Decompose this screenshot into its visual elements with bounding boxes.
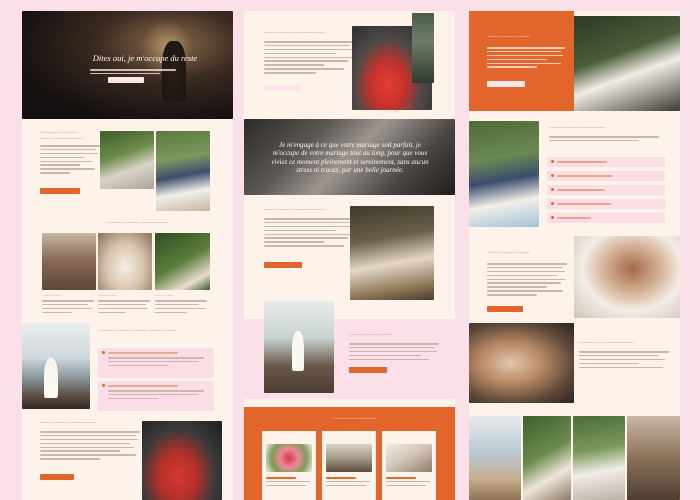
gallery-photo-bouquet bbox=[627, 416, 680, 500]
pink-section-body-lines bbox=[349, 343, 439, 362]
gallery-photo-hands bbox=[523, 416, 571, 500]
faq-item[interactable] bbox=[98, 348, 214, 378]
caption-text bbox=[42, 300, 94, 316]
services-heading: ——— ——— ——————— bbox=[264, 208, 325, 213]
testimonial-heading: ——— ——— ——— bbox=[487, 251, 530, 256]
section-heading: ————— ——— ——— —— ———— bbox=[40, 131, 83, 142]
orange-hero-cta-button[interactable] bbox=[487, 81, 525, 87]
orange-hero-heading: ——— ——— ——— bbox=[487, 35, 530, 40]
services-list-item[interactable] bbox=[547, 171, 665, 181]
hero-title: Dites oui, je m'occupe du reste bbox=[92, 53, 198, 63]
bride-bouquet-photo bbox=[350, 206, 434, 300]
services-cta-button[interactable] bbox=[264, 262, 302, 268]
photo-caption: ——— —— bbox=[155, 292, 174, 297]
orange-hero-body-lines bbox=[487, 47, 565, 70]
services-list-item[interactable] bbox=[547, 199, 665, 209]
quote-text: Je m'engage à ce que votre mariage soit … bbox=[271, 141, 429, 175]
table-setting-photo bbox=[100, 131, 154, 189]
testimonial-body-lines bbox=[487, 263, 567, 298]
about-cta-button[interactable] bbox=[264, 85, 302, 91]
faq-heading: ——— ———— ——— ———— —— bbox=[100, 329, 177, 334]
about-heading: ——— ——— ——————— bbox=[264, 31, 325, 36]
caption-text bbox=[155, 300, 207, 316]
pink-section-cta-button[interactable] bbox=[349, 367, 387, 373]
hero-subtitle-lines bbox=[90, 69, 176, 77]
section-cta-button[interactable] bbox=[40, 188, 80, 194]
services-body-lines bbox=[264, 218, 354, 249]
service-card-photo-hands bbox=[386, 444, 432, 472]
about-body-lines bbox=[264, 41, 354, 76]
hero-photo-dancing-couple bbox=[22, 11, 233, 119]
hands-rings-photo bbox=[469, 323, 574, 403]
services-list-item[interactable] bbox=[547, 157, 665, 167]
gallery-photo-beach bbox=[469, 416, 521, 500]
embrace-photo bbox=[98, 233, 152, 290]
wedding-party-photo bbox=[574, 16, 680, 111]
services-list-item[interactable] bbox=[547, 185, 665, 195]
services-list-heading: ——— ——— —————— bbox=[549, 126, 605, 131]
veil-kiss-photo bbox=[574, 236, 680, 318]
bouquet-photo bbox=[42, 233, 96, 290]
contact-body-lines bbox=[579, 351, 669, 370]
couple-with-guests-photo bbox=[469, 121, 539, 227]
pink-section-heading: ——— ——— ——— bbox=[349, 333, 392, 338]
website-mockup-page-1: Dites oui, je m'occupe du reste ————— ——… bbox=[22, 11, 233, 500]
orange-section-heading: ——— ——— ——— bbox=[332, 417, 376, 422]
testimonial-cta-button[interactable] bbox=[487, 306, 523, 312]
service-card-text bbox=[266, 477, 310, 489]
photo-caption: ——— —— bbox=[42, 292, 61, 297]
website-mockup-page-3: ——— ——— ——— ——— ——— —————— ——— ——— ——— —… bbox=[469, 11, 680, 500]
about-body-lines bbox=[40, 431, 140, 462]
gallery-photo-table bbox=[573, 416, 625, 500]
floral-accent-photo bbox=[412, 13, 434, 83]
couple-on-rocks-photo bbox=[264, 301, 334, 393]
photo-caption: ——— —— bbox=[98, 292, 117, 297]
service-card-text bbox=[386, 477, 430, 489]
couple-kissing-photo bbox=[156, 131, 210, 211]
about-heading: ——— ——— —————— bbox=[40, 421, 96, 426]
website-mockup-page-2: ——— ——— ——————— — ——— Je m'engage à ce q… bbox=[244, 11, 455, 500]
holding-hands-photo bbox=[155, 233, 210, 290]
beach-couple-photo bbox=[22, 323, 90, 409]
services-list-item[interactable] bbox=[547, 213, 665, 223]
contact-heading: ——— ——— —————— bbox=[579, 341, 635, 346]
service-card-photo-flowers bbox=[266, 444, 312, 472]
caption-text bbox=[98, 300, 150, 316]
section-heading: ———— ——— —————— bbox=[106, 221, 168, 226]
service-card-text bbox=[326, 477, 370, 489]
about-cta-button[interactable] bbox=[40, 474, 74, 480]
faq-item[interactable] bbox=[98, 381, 214, 411]
hero-cta-button[interactable] bbox=[108, 77, 144, 83]
section-body-lines bbox=[40, 145, 100, 176]
services-list-intro bbox=[549, 136, 659, 144]
planner-portrait-photo bbox=[142, 421, 222, 500]
service-card-photo-couple bbox=[326, 444, 372, 472]
